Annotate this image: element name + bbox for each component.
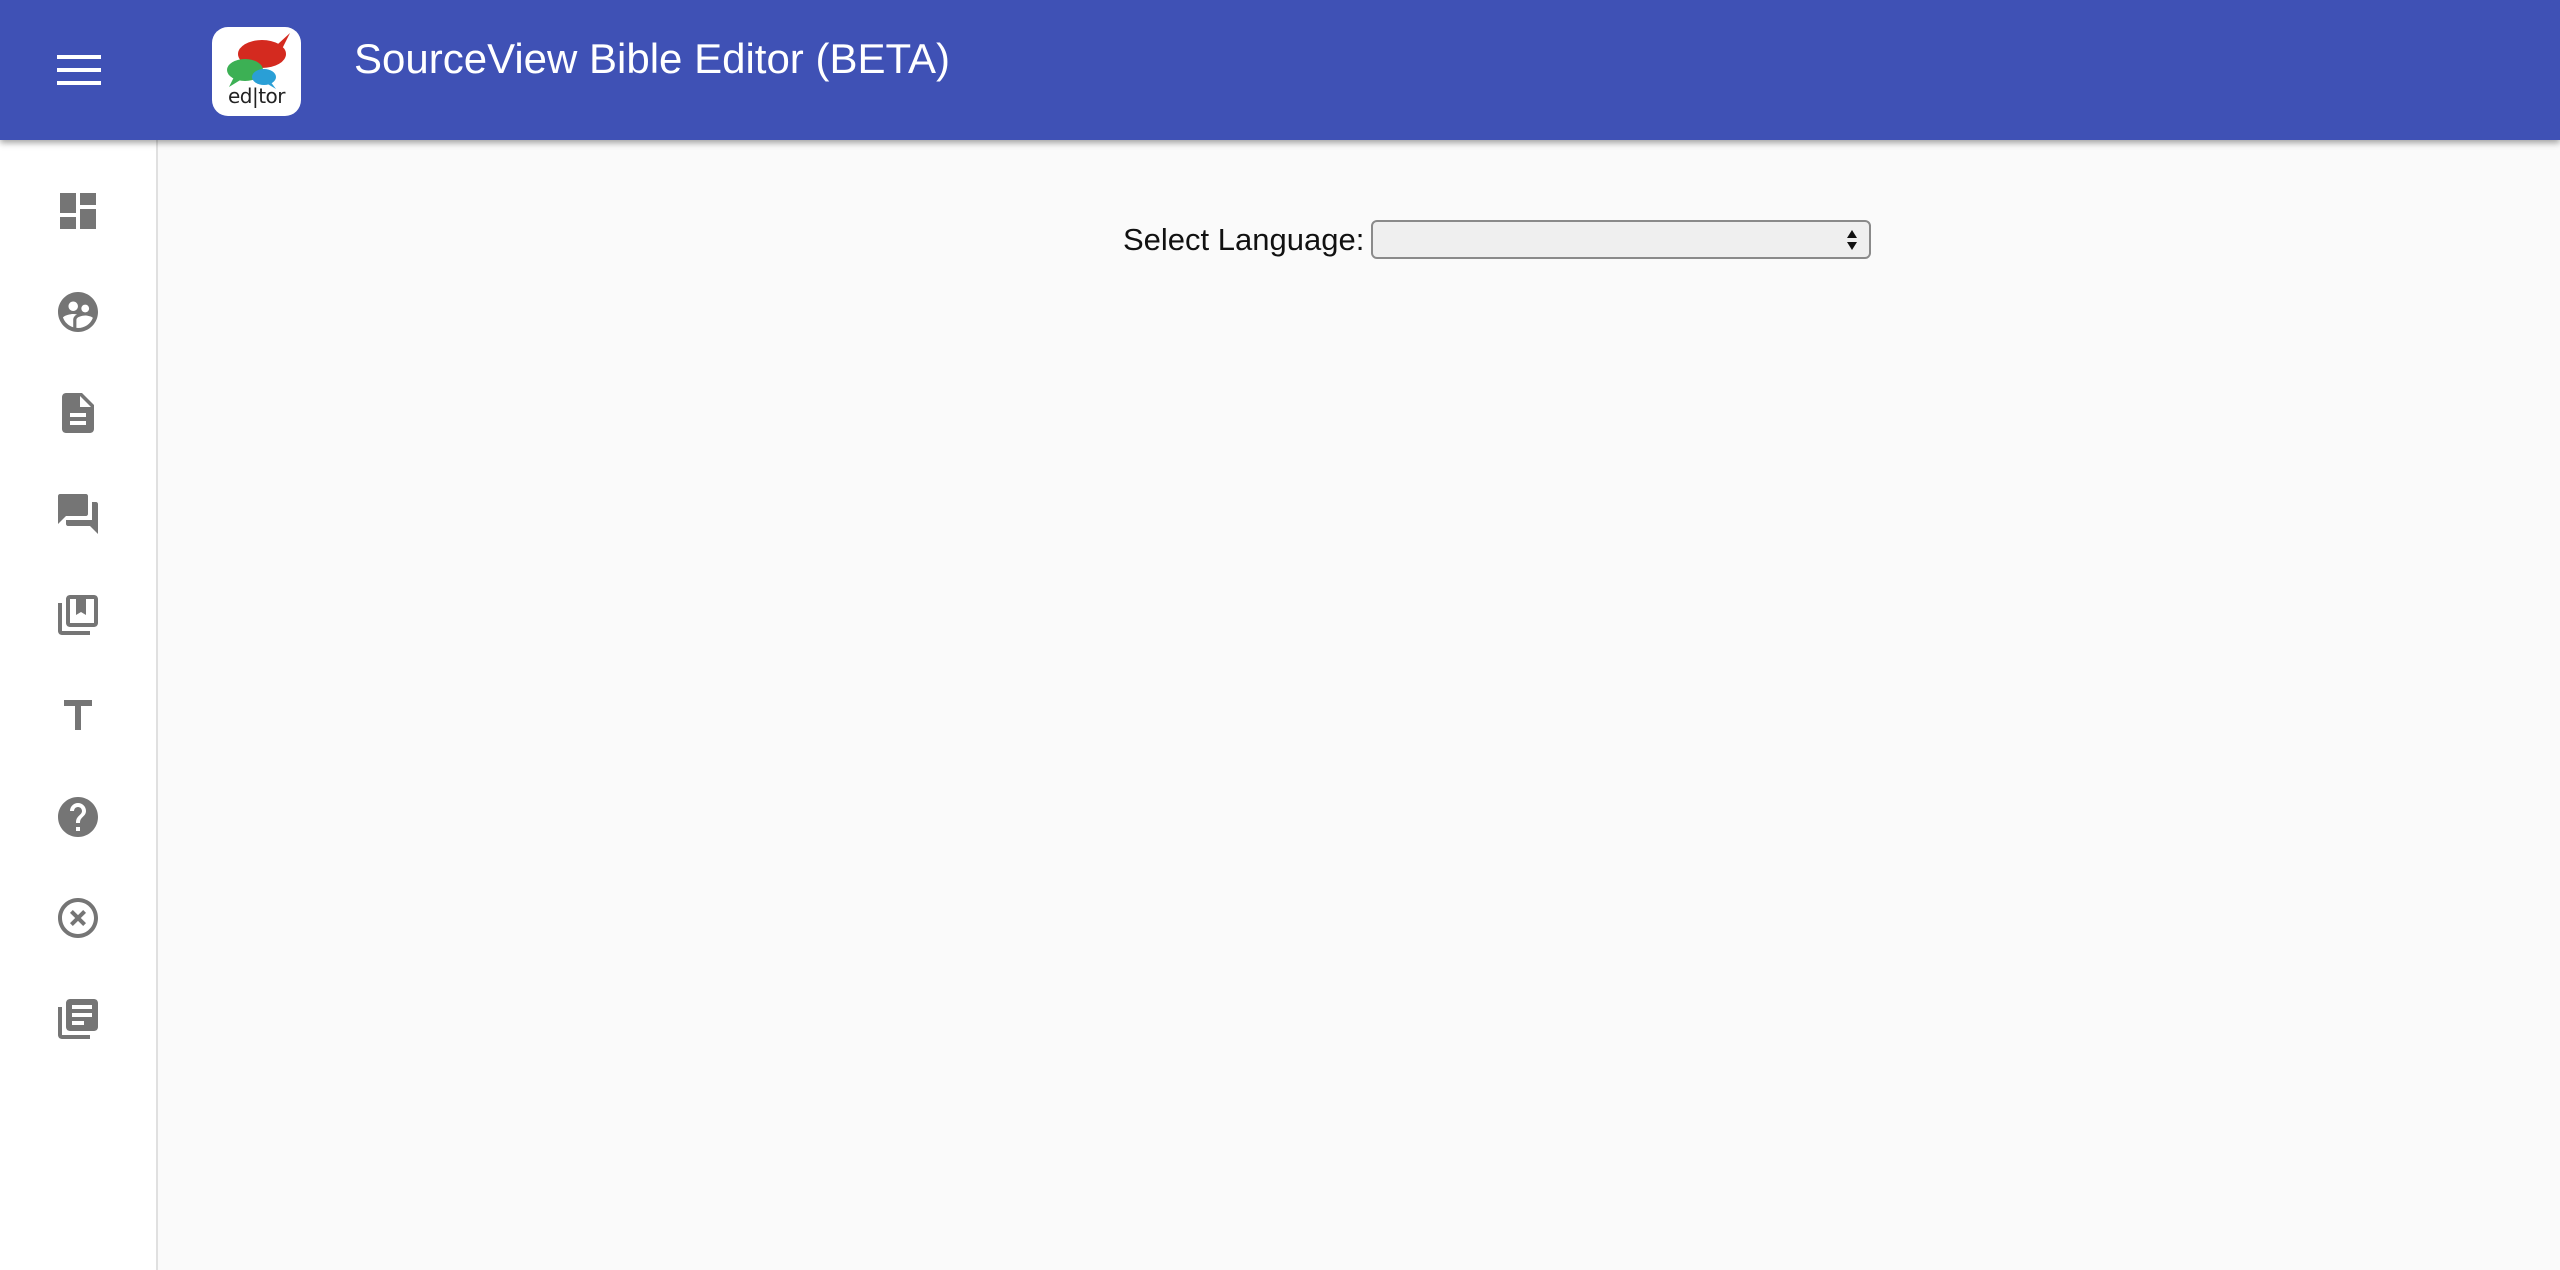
cancel-icon	[58, 898, 98, 938]
sidebar-item-group[interactable]	[41, 275, 115, 349]
sidebar-item-description[interactable]	[41, 376, 115, 450]
dashboard-icon	[60, 193, 96, 229]
sidebar-item-forum[interactable]	[41, 477, 115, 551]
sidebar-item-library-books[interactable]	[41, 982, 115, 1056]
sidebar	[0, 140, 158, 1270]
sidebar-item-help[interactable]	[41, 780, 115, 854]
hamburger-menu-icon	[57, 55, 101, 85]
help-icon	[58, 797, 98, 837]
library-books-icon	[58, 999, 98, 1039]
text-format-icon	[64, 700, 92, 730]
page-title: SourceView Bible Editor (BETA)	[354, 35, 951, 82]
app-logo: ed|tor	[212, 27, 301, 116]
main-content: Select Language:	[158, 140, 2560, 1270]
select-arrows-icon	[1847, 230, 1858, 250]
menu-button[interactable]	[48, 44, 110, 96]
sidebar-item-text-format[interactable]	[41, 679, 115, 753]
forum-icon	[58, 494, 98, 534]
app-bar: ed|tor SourceView Bible Editor (BETA)	[0, 0, 2560, 140]
language-selector-row: Select Language:	[1123, 220, 1872, 259]
sidebar-item-dashboard[interactable]	[41, 174, 115, 248]
logo-text: ed|tor	[227, 84, 286, 108]
sidebar-item-cancel[interactable]	[41, 881, 115, 955]
language-label: Select Language:	[1123, 221, 1365, 257]
sidebar-item-library-bookmark[interactable]	[41, 578, 115, 652]
language-select[interactable]	[1371, 220, 1872, 259]
library-books-bookmark-icon	[58, 595, 98, 635]
group-icon	[58, 292, 98, 332]
description-icon	[62, 393, 94, 433]
